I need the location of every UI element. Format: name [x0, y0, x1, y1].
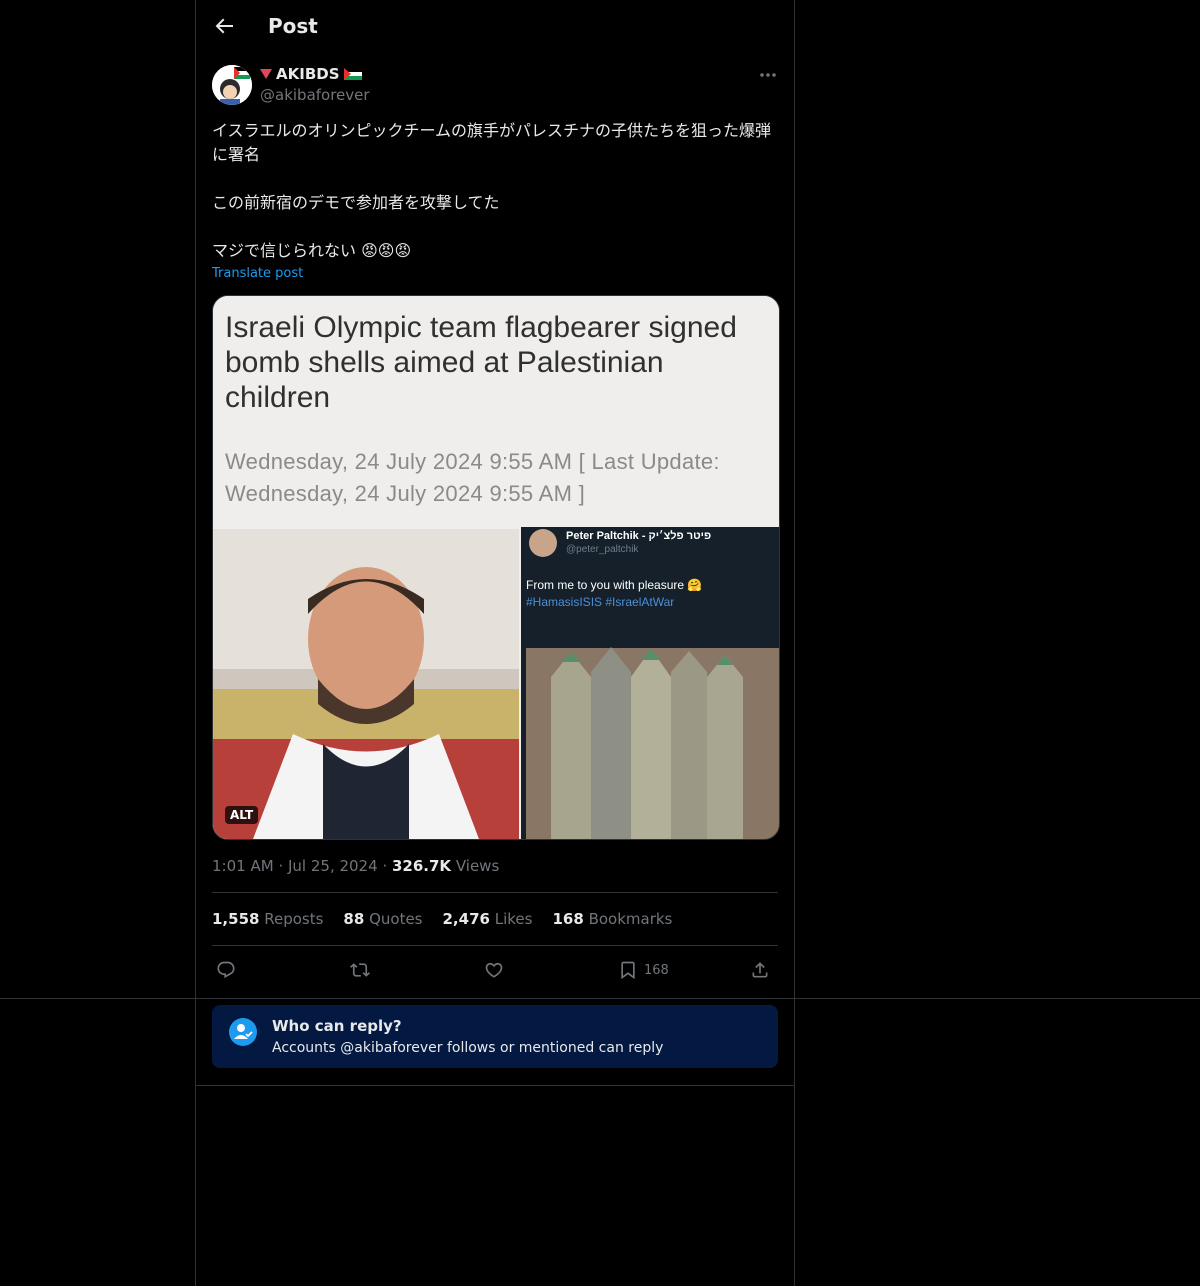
share-button[interactable] [750, 958, 770, 982]
bookmark-button[interactable]: 168 [618, 958, 669, 982]
media-article-header: Israeli Olympic team flagbearer signed b… [213, 296, 779, 528]
translate-post-link[interactable]: Translate post [212, 266, 303, 281]
post-stats: 1,558 Reposts 88 Quotes 2,476 Likes 168 … [212, 910, 672, 928]
reply-icon [217, 961, 235, 979]
bookmark-count: 168 [644, 962, 669, 978]
repost-button[interactable] [350, 958, 370, 982]
like-icon [485, 962, 503, 978]
embedded-tweet-body: From me to you with pleasure 🤗 [526, 578, 703, 592]
palestine-flag-icon [343, 68, 362, 80]
media-date-line: Wednesday, 24 July 2024 9:55 AM [ Last U… [225, 449, 720, 506]
page-header: Post [196, 0, 794, 53]
embedded-tweet-text: From me to you with pleasure 🤗 #HamasisI… [526, 577, 702, 611]
post-line: マジで信じられない 😡😡😡 [212, 241, 412, 260]
bookmark-icon [621, 961, 635, 980]
media-headline: Israeli Olympic team flagbearer signed b… [225, 311, 737, 414]
likes-stat[interactable]: 2,476 Likes [443, 910, 533, 928]
reposts-stat[interactable]: 1,558 Reposts [212, 910, 323, 928]
repost-icon [350, 963, 370, 977]
embedded-tweet-tags: #HamasisISIS #IsraelAtWar [526, 595, 675, 609]
views-count: 326.7K [391, 857, 452, 875]
bookmarks-stat[interactable]: 168 Bookmarks [552, 910, 672, 928]
post-line: この前新宿のデモで参加者を攻撃してた [212, 193, 500, 212]
quotes-stat[interactable]: 88 Quotes [343, 910, 422, 928]
page-title: Post [268, 14, 318, 38]
embedded-tweet-photo: Peter Paltchik - פיטר פלצ׳יק @peter_palt… [521, 527, 779, 839]
athlete-photo [213, 529, 519, 839]
post-time[interactable]: 1:01 AM [212, 857, 274, 875]
share-icon [752, 962, 768, 978]
divider [212, 945, 778, 946]
action-bar: 168 [212, 958, 778, 982]
post-media-image[interactable]: Israeli Olympic team flagbearer signed b… [212, 295, 780, 840]
person-check-icon [229, 1018, 257, 1046]
embedded-tweet-name: Peter Paltchik - פיטר פלצ׳יק [566, 530, 712, 542]
post-line: イスラエルのオリンピックチームの旗手がパレスチナの子供たちを狙った爆弾に署名 [212, 121, 772, 164]
reply-restriction-notice: Who can reply? Accounts @akibaforever fo… [212, 1005, 778, 1068]
post-meta: 1:01 AM · Jul 25, 2024 · 326.7K Views [212, 857, 500, 875]
views-label: Views [455, 857, 500, 875]
divider [196, 1085, 794, 1086]
post-date[interactable]: Jul 25, 2024 [288, 857, 378, 875]
embedded-tweet-handle: @peter_paltchik [566, 544, 639, 555]
reply-restriction-subtitle: Accounts @akibaforever follows or mentio… [272, 1040, 664, 1056]
divider [212, 892, 778, 893]
divider [0, 998, 1200, 999]
author-name[interactable]: AKIBDS [260, 65, 362, 83]
author-handle[interactable]: @akibaforever [260, 86, 370, 104]
more-icon[interactable] [756, 65, 780, 85]
display-name: AKIBDS [276, 65, 340, 83]
post-text: イスラエルのオリンピックチームの旗手がパレスチナの子供たちを狙った爆弾に署名 こ… [212, 119, 778, 263]
alt-badge[interactable]: ALT [225, 806, 259, 824]
reply-restriction-title: Who can reply? [272, 1017, 402, 1035]
red-triangle-icon [260, 69, 272, 79]
main-column: Post AKIBDS @akibaforever イスラエルのオリンピックチー… [195, 0, 795, 1286]
like-button[interactable] [484, 958, 504, 982]
reply-button[interactable] [216, 958, 236, 982]
back-arrow-icon[interactable] [212, 14, 236, 38]
avatar[interactable] [212, 65, 252, 105]
